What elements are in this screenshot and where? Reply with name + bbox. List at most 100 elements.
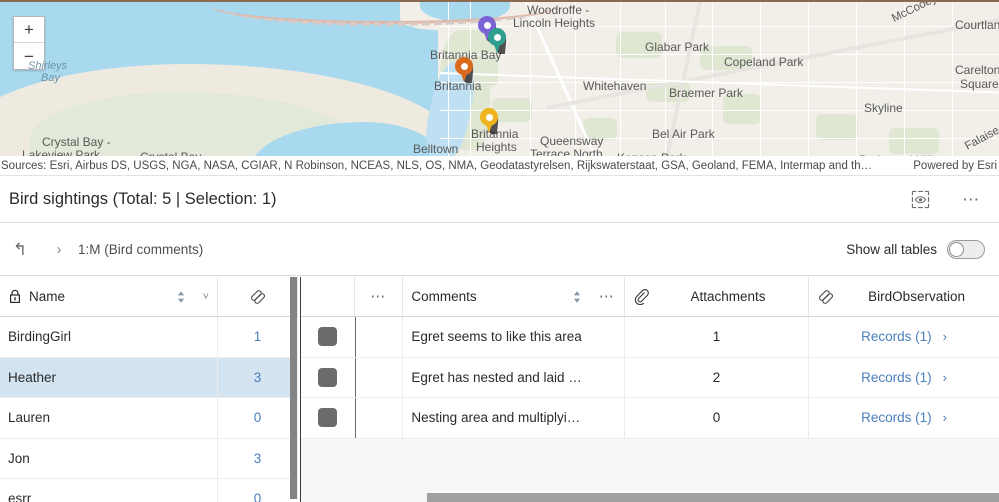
cell-birdobservation[interactable]: Records (1) ›	[809, 317, 999, 357]
tables-area: Name ˅	[0, 277, 999, 502]
table-row[interactable]: Heather3	[0, 358, 298, 399]
cell-name[interactable]: Jon	[0, 439, 218, 479]
map-label: Belltown	[413, 142, 458, 156]
map-label: Woodroffe -	[527, 3, 589, 17]
table-header-row: Name ˅	[0, 277, 298, 317]
table-header-actions: ⋯	[907, 187, 999, 213]
related-table[interactable]: ⋯ Comments ⋯	[300, 277, 999, 502]
cell-name[interactable]: Heather	[0, 358, 218, 398]
cell-row-menu[interactable]	[355, 358, 404, 398]
lock-icon	[8, 289, 22, 304]
cell-attachments[interactable]: 2	[625, 358, 809, 398]
records-link-label: Records (1)	[861, 410, 932, 425]
table-row[interactable]: BirdingGirl1	[0, 317, 298, 358]
map-park-patch	[889, 128, 939, 154]
map-label: Bay	[41, 72, 60, 84]
cell-birdobservation[interactable]: Records (1) ›	[809, 358, 999, 398]
symbol-swatch-icon	[318, 408, 337, 427]
more-options-icon[interactable]: ⋯	[959, 187, 985, 213]
relationship-link-icon	[249, 289, 267, 305]
map-sources-text: Sources: Esri, Airbus DS, USGS, NGA, NAS…	[0, 160, 872, 172]
cell-comments[interactable]: Egret has nested and laid …	[403, 358, 624, 398]
map-label: Glabar Park	[645, 40, 709, 54]
sort-icon[interactable]	[176, 290, 186, 304]
parent-table[interactable]: Name ˅	[0, 277, 298, 502]
go-up-arrow-icon[interactable]: ↰	[0, 240, 40, 260]
map-pin-teal[interactable]	[488, 28, 506, 54]
cell-comments[interactable]: Nesting area and multiplyi…	[403, 398, 624, 438]
cell-attachments[interactable]: 1	[625, 317, 809, 357]
map-pin-yellow[interactable]	[480, 108, 498, 134]
table-body: Egret seems to like this area1 Records (1…	[301, 317, 999, 439]
cell-name[interactable]: Lauren	[0, 398, 218, 438]
show-selected-records-icon[interactable]	[907, 187, 933, 213]
chevron-right-icon[interactable]: ›	[40, 241, 78, 258]
cell-birdobservation[interactable]: Records (1) ›	[809, 398, 999, 438]
records-link[interactable]: Records (1) ›	[861, 329, 947, 344]
cell-name[interactable]: esrr	[0, 479, 218, 502]
more-options-icon[interactable]: ⋯	[370, 293, 387, 301]
application-root: + − Shirleys Bay Crystal Bay - Lakeview …	[0, 0, 999, 502]
cell-row-menu[interactable]	[355, 317, 404, 357]
map-view[interactable]: + − Shirleys Bay Crystal Bay - Lakeview …	[0, 0, 999, 156]
ellipsis-glyph: ⋯	[962, 195, 982, 205]
table-row[interactable]: esrr0	[0, 479, 298, 502]
map-label: Heights	[476, 140, 517, 154]
records-link-label: Records (1)	[861, 329, 932, 344]
chevron-down-icon[interactable]: ˅	[203, 291, 209, 303]
table-row[interactable]: Jon3	[0, 439, 298, 480]
map-label: Queensway	[540, 134, 603, 148]
map-label: Whitehaven	[583, 79, 646, 93]
chevron-right-icon[interactable]: ›	[943, 329, 947, 344]
map-street	[440, 54, 999, 55]
symbol-swatch-icon	[318, 327, 337, 346]
cell-name[interactable]: BirdingGirl	[0, 317, 218, 357]
column-header-label: BirdObservation	[842, 289, 991, 304]
map-label: Skyline	[864, 101, 903, 115]
table-row[interactable]: Egret has nested and laid …2 Records (1) ›	[301, 358, 999, 399]
symbol-swatch-icon	[318, 368, 337, 387]
cell-symbol[interactable]	[301, 358, 355, 398]
map-label: Carelton	[955, 63, 999, 77]
column-header-label: Attachments	[656, 289, 800, 304]
cell-related-count[interactable]: 3	[218, 358, 298, 398]
records-link-label: Records (1)	[861, 370, 932, 385]
pin-hole	[494, 34, 501, 41]
column-header-attachments[interactable]: Attachments	[625, 277, 809, 316]
column-header-birdobservation[interactable]: BirdObservation	[809, 277, 999, 316]
cell-attachments[interactable]: 0	[625, 398, 809, 438]
cell-row-menu[interactable]	[355, 398, 404, 438]
cell-symbol[interactable]	[301, 317, 355, 357]
cell-comments[interactable]: Egret seems to like this area	[403, 317, 624, 357]
column-header-name[interactable]: Name ˅	[0, 277, 218, 316]
column-header-comments[interactable]: Comments ⋯	[403, 277, 624, 316]
relationship-label: 1:M (Bird comments)	[78, 242, 203, 257]
more-options-icon[interactable]: ⋯	[599, 293, 616, 301]
column-header-relationship[interactable]	[218, 277, 298, 316]
map-street	[440, 138, 999, 139]
column-header-symbol	[301, 277, 355, 316]
map-label: Copeland Park	[724, 55, 803, 69]
zoom-in-button[interactable]: +	[14, 17, 44, 43]
cell-related-count[interactable]: 1	[218, 317, 298, 357]
table-row[interactable]: Nesting area and multiplyi…0 Records (1) ›	[301, 398, 999, 439]
show-all-tables-toggle[interactable]	[947, 240, 985, 259]
table-body: BirdingGirl1Heather3Lauren0Jon3esrr0	[0, 317, 298, 502]
cell-symbol[interactable]	[301, 398, 355, 438]
cell-related-count[interactable]: 3	[218, 439, 298, 479]
sort-icon[interactable]	[572, 290, 582, 304]
table-row[interactable]: Lauren0	[0, 398, 298, 439]
cell-related-count[interactable]: 0	[218, 398, 298, 438]
records-link[interactable]: Records (1) ›	[861, 410, 947, 425]
table-row[interactable]: Egret seems to like this area1 Records (1…	[301, 317, 999, 358]
records-link[interactable]: Records (1) ›	[861, 370, 947, 385]
column-header-row-menu[interactable]: ⋯	[355, 277, 403, 316]
table-header-row: ⋯ Comments ⋯	[301, 277, 999, 317]
chevron-right-icon[interactable]: ›	[943, 410, 947, 425]
parent-table-vertical-scrollbar[interactable]	[290, 277, 297, 499]
cell-related-count[interactable]: 0	[218, 479, 298, 502]
related-table-horizontal-scrollbar[interactable]	[427, 493, 999, 502]
chevron-right-icon[interactable]: ›	[943, 370, 947, 385]
paperclip-icon	[633, 288, 649, 305]
map-pin-orange[interactable]	[455, 57, 473, 83]
